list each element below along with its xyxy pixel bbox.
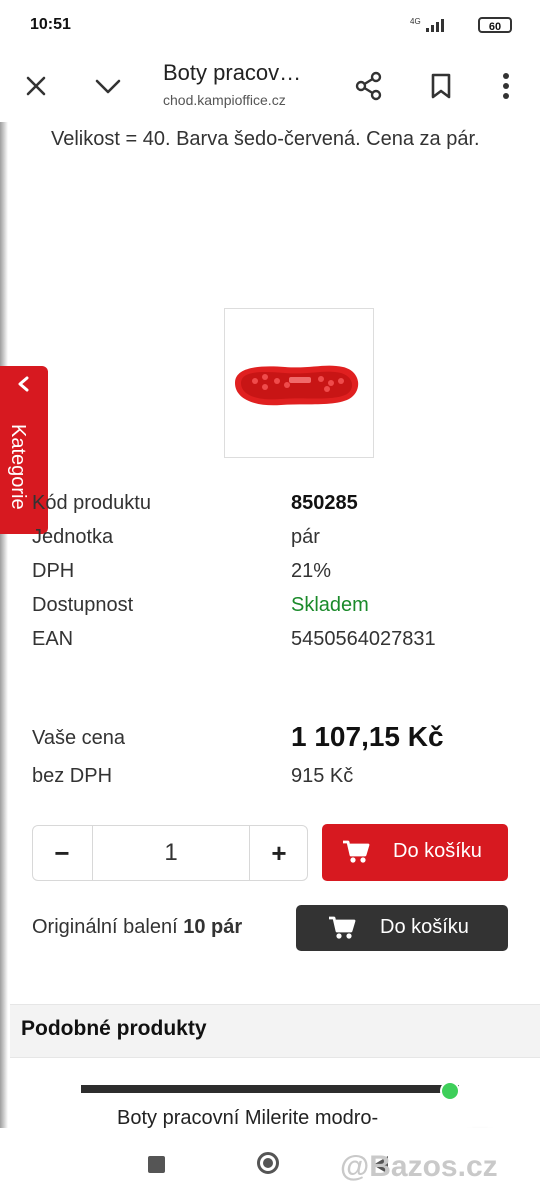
more-options-icon[interactable]	[488, 68, 524, 104]
bookmark-icon[interactable]	[423, 68, 459, 104]
quantity-decrease-button[interactable]: −	[33, 826, 91, 880]
similar-products-title: Podobné produkty	[21, 1017, 207, 1040]
product-image[interactable]	[224, 308, 374, 458]
quantity-input[interactable]: 1	[93, 826, 249, 880]
spec-label-unit: Jednotka	[32, 526, 114, 548]
spec-value-ean: 5450564027831	[291, 628, 436, 650]
cart-icon	[343, 840, 370, 863]
home-icon[interactable]	[257, 1152, 279, 1174]
add-pack-to-cart-button[interactable]: Do košíku	[296, 905, 508, 951]
price-value: 1 107,15 Kč	[291, 721, 444, 752]
cart-icon	[329, 916, 356, 939]
spec-value-unit: pár	[291, 526, 320, 548]
original-pack-text: Originální balení	[32, 916, 178, 938]
chevron-down-icon[interactable]	[90, 68, 126, 104]
status-time: 10:51	[30, 16, 71, 33]
status-bar: 10:51 4G 60	[0, 0, 540, 50]
online-status-dot	[440, 1081, 460, 1101]
quantity-increase-button[interactable]: +	[250, 826, 308, 880]
add-pack-to-cart-label: Do košíku	[380, 916, 469, 938]
product-description: Velikost = 40. Barva šedo-červená. Cena …	[51, 128, 480, 150]
similar-product-title[interactable]: Boty pracovní Milerite modro-	[117, 1107, 378, 1128]
spec-label-ean: EAN	[32, 628, 74, 650]
spec-value-product-code: 850285	[291, 492, 358, 514]
price-without-vat-value: 915 Kč	[291, 765, 354, 787]
add-to-cart-button[interactable]: Do košíku	[322, 824, 508, 881]
spec-label-availability: Dostupnost	[32, 594, 134, 616]
spec-label-vat: DPH	[32, 560, 75, 582]
close-icon[interactable]	[18, 68, 54, 104]
page-edge-shadow	[0, 122, 8, 1128]
recent-apps-icon[interactable]	[148, 1156, 165, 1173]
chevron-left-icon	[14, 374, 34, 399]
page-title: Boty pracov…	[163, 60, 302, 85]
add-to-cart-label: Do košíku	[393, 840, 482, 862]
share-icon[interactable]	[351, 68, 387, 104]
spec-value-availability: Skladem	[291, 594, 369, 616]
quantity-stepper: − 1 +	[32, 825, 308, 881]
home-icon-dot	[263, 1158, 273, 1168]
carousel-scrollbar[interactable]	[81, 1085, 459, 1093]
price-label: Vaše cena	[32, 727, 126, 749]
sole-red-image	[235, 365, 359, 406]
price-without-vat-label: bez DPH	[32, 765, 113, 787]
category-tab-label: Kategorie	[7, 424, 29, 510]
page-url: chod.kampioffice.cz	[163, 92, 286, 108]
battery-icon: 60	[478, 17, 512, 33]
signal-icon: 4G	[410, 16, 454, 39]
watermark: @Bazos.cz	[340, 1150, 498, 1183]
original-pack-amount: 10 pár	[183, 916, 243, 938]
original-pack-label: Originální balení 10 pár	[32, 916, 242, 939]
page-content: Velikost = 40. Barva šedo-červená. Cena …	[0, 122, 540, 1128]
spec-label-product-code: Kód produktu	[32, 492, 151, 514]
spec-value-vat: 21%	[291, 560, 332, 582]
network-type: 4G	[410, 17, 421, 26]
browser-toolbar: Boty pracov… chod.kampioffice.cz	[0, 50, 540, 123]
similar-products-header: Podobné produkty	[10, 1004, 540, 1058]
